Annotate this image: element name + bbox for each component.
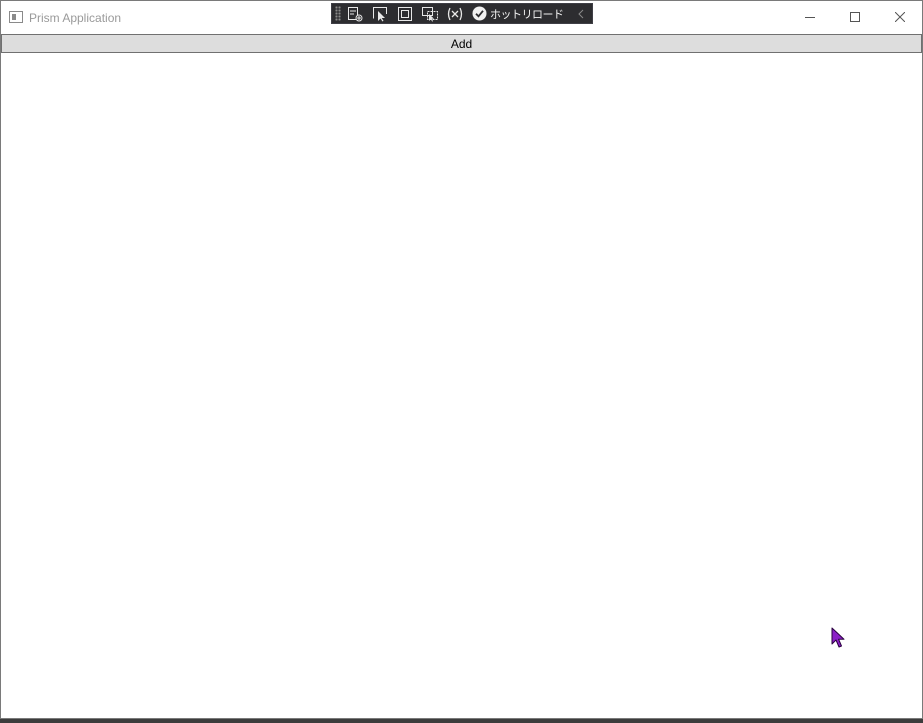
track-focus-icon	[422, 6, 438, 22]
hot-reload-status[interactable]: ホットリロード	[472, 4, 564, 23]
close-button[interactable]	[877, 1, 922, 33]
display-adorners-icon	[398, 6, 412, 21]
binding-failures-button[interactable]	[444, 4, 466, 23]
maximize-icon	[849, 12, 860, 22]
hot-reload-label: ホットリロード	[490, 7, 564, 21]
app-window: Prism Application ホットリロード Add	[0, 0, 923, 719]
minimize-button[interactable]	[787, 1, 832, 33]
close-icon	[894, 12, 905, 22]
window-title: Prism Application	[29, 11, 122, 25]
minimize-icon	[804, 17, 815, 18]
select-element-icon	[373, 6, 387, 21]
binding-failures-icon	[447, 7, 463, 20]
track-focus-button[interactable]	[419, 4, 441, 23]
live-visual-tree-button[interactable]	[344, 4, 366, 23]
add-button[interactable]: Add	[1, 34, 922, 53]
hot-reload-check-icon	[472, 6, 487, 21]
collapse-chevron-icon	[577, 9, 583, 18]
window-app-icon	[9, 11, 23, 23]
display-adorners-button[interactable]	[394, 4, 416, 23]
mouse-cursor-icon	[831, 627, 845, 648]
toolbar-grip[interactable]	[335, 6, 341, 21]
live-visual-tree-icon	[348, 6, 363, 21]
maximize-button[interactable]	[832, 1, 877, 33]
main-content-region	[1, 53, 922, 718]
collapse-toolbar-button[interactable]	[577, 9, 584, 19]
select-element-button[interactable]	[369, 4, 391, 23]
xaml-debug-toolbar: ホットリロード	[331, 3, 593, 24]
